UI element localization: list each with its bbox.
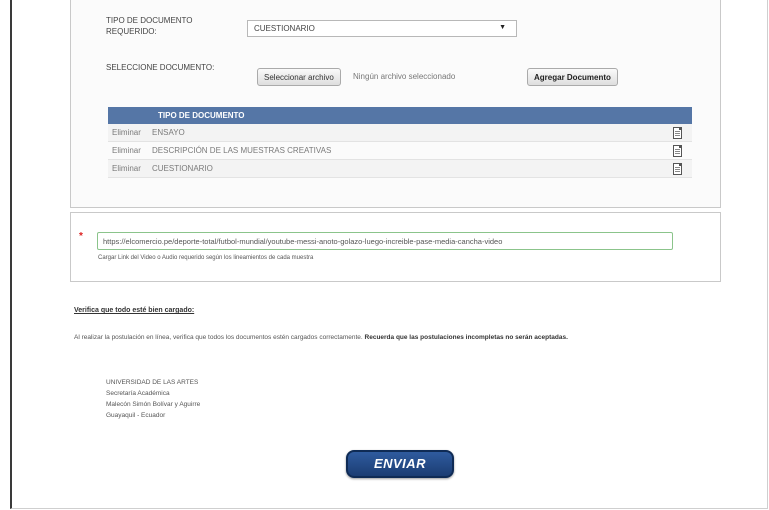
required-asterisk: *	[79, 231, 83, 242]
address-line: Secretaría Académica	[106, 390, 170, 397]
verify-text: Al realizar la postulación en línea, ver…	[74, 334, 363, 341]
seleccione-documento-label: SELECCIONE DOCUMENTO:	[106, 63, 215, 72]
document-icon[interactable]	[673, 145, 682, 157]
address-block: UNIVERSIDAD DE LAS ARTES Secretaría Acad…	[106, 377, 200, 421]
address-line: Malecón Simón Bolívar y Aguirre	[106, 401, 201, 408]
verify-link[interactable]: Verifica que todo esté bien cargado:	[74, 307, 194, 314]
table-header: TIPO DE DOCUMENTO	[108, 107, 692, 124]
tipo-documento-label: TIPO DE DOCUMENTO REQUERIDO:	[106, 16, 193, 36]
verify-warning: Recuerda que las postulaciones incomplet…	[364, 334, 568, 341]
url-hint: Cargar Link del Video o Audio requerido …	[98, 255, 314, 261]
table-row: Eliminar ENSAYO	[108, 124, 692, 142]
document-name: CUESTIONARIO	[152, 164, 213, 173]
no-file-text: Ningún archivo seleccionado	[353, 72, 456, 81]
address-line: UNIVERSIDAD DE LAS ARTES	[106, 379, 199, 386]
chevron-down-icon: ▼	[499, 24, 506, 31]
select-file-button[interactable]: Seleccionar archivo	[257, 68, 341, 86]
address-line: Guayaquil - Ecuador	[106, 412, 166, 419]
document-name: DESCRIPCIÓN DE LAS MUESTRAS CREATIVAS	[152, 146, 332, 155]
document-icon[interactable]	[673, 163, 682, 175]
document-table: TIPO DE DOCUMENTO Eliminar ENSAYO Elimin…	[108, 107, 692, 178]
media-url-input[interactable]: https://elcomercio.pe/deporte-total/futb…	[97, 232, 673, 250]
tipo-documento-select[interactable]: CUESTIONARIO ▼	[247, 20, 517, 37]
verify-paragraph: Al realizar la postulación en línea, ver…	[74, 332, 724, 344]
document-name: ENSAYO	[152, 128, 185, 137]
tipo-documento-value: CUESTIONARIO	[254, 24, 315, 33]
delete-link[interactable]: Eliminar	[108, 164, 152, 173]
table-body: Eliminar ENSAYO Eliminar DESCRIPCIÓN DE …	[108, 124, 692, 178]
table-row: Eliminar CUESTIONARIO	[108, 160, 692, 178]
submit-button[interactable]: ENVIAR	[346, 450, 454, 478]
document-upload-panel: TIPO DE DOCUMENTO REQUERIDO: CUESTIONARI…	[70, 0, 721, 208]
add-document-button[interactable]: Agregar Documento	[527, 68, 618, 86]
delete-link[interactable]: Eliminar	[108, 146, 152, 155]
url-panel: * https://elcomercio.pe/deporte-total/fu…	[70, 212, 721, 282]
document-icon[interactable]	[673, 127, 682, 139]
table-row: Eliminar DESCRIPCIÓN DE LAS MUESTRAS CRE…	[108, 142, 692, 160]
delete-link[interactable]: Eliminar	[108, 128, 152, 137]
